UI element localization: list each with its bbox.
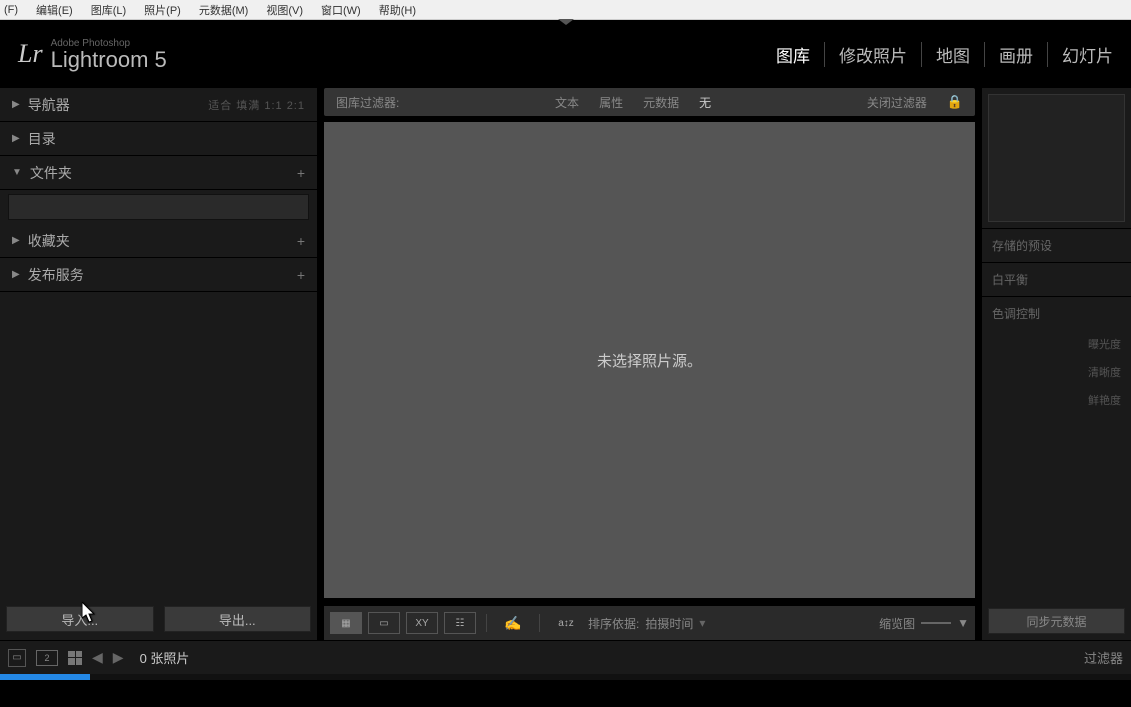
export-button[interactable]: 导出... xyxy=(164,606,312,632)
filter-attribute[interactable]: 属性 xyxy=(599,94,623,111)
filmstrip-filter[interactable]: 过滤器 xyxy=(1084,648,1123,667)
tone-exposure[interactable]: 曝光度 xyxy=(982,330,1131,358)
tone-vibrance[interactable]: 鲜艳度 xyxy=(982,386,1131,414)
folders-body[interactable] xyxy=(8,194,309,220)
photo-count: 0 张照片 xyxy=(140,648,190,667)
import-button[interactable]: 导入... xyxy=(6,606,154,632)
zoom-label: 缩览图 xyxy=(879,615,915,632)
menu-library[interactable]: 图库(L) xyxy=(91,2,126,18)
add-collection-button[interactable]: + xyxy=(297,233,305,249)
main-window-icon[interactable]: ▭ xyxy=(8,649,26,667)
histogram xyxy=(982,88,1131,228)
view-compare-icon[interactable]: XY xyxy=(406,612,438,634)
sort-direction-icon[interactable]: a↕z xyxy=(550,612,582,634)
navigator-zoom-options[interactable]: 适合 填满 1:1 2:1 xyxy=(208,97,305,113)
section-catalog[interactable]: ▶ 目录 xyxy=(0,122,317,156)
chevron-right-icon: ▶ xyxy=(12,235,20,246)
chevron-right-icon: ▶ xyxy=(12,99,20,110)
menu-edit[interactable]: 编辑(E) xyxy=(36,2,73,18)
filter-none[interactable]: 无 xyxy=(699,94,711,111)
section-navigator-label: 导航器 xyxy=(28,95,209,115)
filter-label: 图库过滤器: xyxy=(336,94,399,111)
add-publish-button[interactable]: + xyxy=(297,267,305,283)
section-folders[interactable]: ▼ 文件夹 + xyxy=(0,156,317,190)
brand-name: Lightroom 5 xyxy=(51,49,167,71)
app-header: Lr Adobe Photoshop Lightroom 5 图库 修改照片 地… xyxy=(0,20,1131,88)
center-panel: 图库过滤器: 文本 属性 元数据 无 关闭过滤器 🔒 未选择照片源。 ▦ ▭ X… xyxy=(318,88,981,640)
module-map[interactable]: 地图 xyxy=(922,42,985,67)
chevron-right-icon: ▶ xyxy=(12,133,20,144)
thumbnail-size-slider[interactable] xyxy=(921,622,951,624)
module-develop[interactable]: 修改照片 xyxy=(825,42,922,67)
os-menubar: (F) 编辑(E) 图库(L) 照片(P) 元数据(M) 视图(V) 窗口(W)… xyxy=(0,0,1131,20)
module-library[interactable]: 图库 xyxy=(762,42,825,67)
module-book[interactable]: 画册 xyxy=(985,42,1048,67)
lock-icon[interactable]: 🔒 xyxy=(947,94,963,110)
filter-text[interactable]: 文本 xyxy=(555,94,579,111)
grid-mode-icon[interactable] xyxy=(68,651,82,665)
chevron-down-icon: ▼ xyxy=(12,167,22,178)
histogram-canvas[interactable] xyxy=(988,94,1125,222)
grid-toolbar: ▦ ▭ XY ☷ ✍ a↕z 排序依据: 拍摄时间 ▾ 缩览图 ▼ xyxy=(324,606,975,640)
menu-window[interactable]: 窗口(W) xyxy=(321,2,361,18)
menu-file[interactable]: (F) xyxy=(4,4,18,16)
empty-message: 未选择照片源。 xyxy=(597,350,702,371)
tone-clarity[interactable]: 清晰度 xyxy=(982,358,1131,386)
module-slideshow[interactable]: 幻灯片 xyxy=(1048,42,1113,67)
toolbar-menu-icon[interactable]: ▼ xyxy=(957,616,969,630)
section-publish-label: 发布服务 xyxy=(28,265,297,285)
menu-photo[interactable]: 照片(P) xyxy=(144,2,181,18)
progress-fill xyxy=(0,674,90,680)
chevron-right-icon: ▶ xyxy=(12,269,20,280)
section-presets[interactable]: 存储的预设 xyxy=(982,228,1131,262)
sync-metadata-button[interactable]: 同步元数据 xyxy=(988,608,1125,634)
section-whitebalance[interactable]: 白平衡 xyxy=(982,262,1131,296)
filter-metadata[interactable]: 元数据 xyxy=(643,94,679,111)
view-survey-icon[interactable]: ☷ xyxy=(444,612,476,634)
video-progress-bar[interactable] xyxy=(0,674,1131,680)
section-collections[interactable]: ▶ 收藏夹 + xyxy=(0,224,317,258)
nav-forward-icon[interactable]: ▶ xyxy=(113,649,124,666)
grid-view[interactable]: 未选择照片源。 xyxy=(324,122,975,598)
filmstrip-bar: ▭ 2 ◀ ▶ 0 张照片 过滤器 xyxy=(0,640,1131,674)
right-panel: 存储的预设 白平衡 色调控制 曝光度 清晰度 鲜艳度 同步元数据 xyxy=(981,88,1131,640)
menu-view[interactable]: 视图(V) xyxy=(266,2,303,18)
view-loupe-icon[interactable]: ▭ xyxy=(368,612,400,634)
menu-help[interactable]: 帮助(H) xyxy=(379,2,416,18)
section-catalog-label: 目录 xyxy=(28,129,305,149)
add-folder-button[interactable]: + xyxy=(297,165,305,181)
section-collections-label: 收藏夹 xyxy=(28,231,297,251)
section-navigator[interactable]: ▶ 导航器 适合 填满 1:1 2:1 xyxy=(0,88,317,122)
logo-lr-mark: Lr xyxy=(18,39,43,69)
sort-value[interactable]: 拍摄时间 xyxy=(645,615,693,632)
section-tone[interactable]: 色调控制 xyxy=(982,296,1131,330)
library-filter-bar: 图库过滤器: 文本 属性 元数据 无 关闭过滤器 🔒 xyxy=(324,88,975,116)
panel-collapse-arrow[interactable] xyxy=(558,19,574,25)
nav-back-icon[interactable]: ◀ xyxy=(92,649,103,666)
second-window-icon[interactable]: 2 xyxy=(36,650,58,666)
sort-label: 排序依据: xyxy=(588,615,639,632)
section-folders-label: 文件夹 xyxy=(30,163,297,183)
left-panel: ▶ 导航器 适合 填满 1:1 2:1 ▶ 目录 ▼ 文件夹 + ▶ 收藏夹 +… xyxy=(0,88,318,640)
menu-metadata[interactable]: 元数据(M) xyxy=(199,2,249,18)
module-picker: 图库 修改照片 地图 画册 幻灯片 xyxy=(762,42,1113,67)
app-logo: Lr Adobe Photoshop Lightroom 5 xyxy=(18,38,167,71)
section-publish[interactable]: ▶ 发布服务 + xyxy=(0,258,317,292)
painter-tool-icon[interactable]: ✍ xyxy=(497,612,529,634)
view-grid-icon[interactable]: ▦ xyxy=(330,612,362,634)
filter-close[interactable]: 关闭过滤器 xyxy=(867,94,927,111)
